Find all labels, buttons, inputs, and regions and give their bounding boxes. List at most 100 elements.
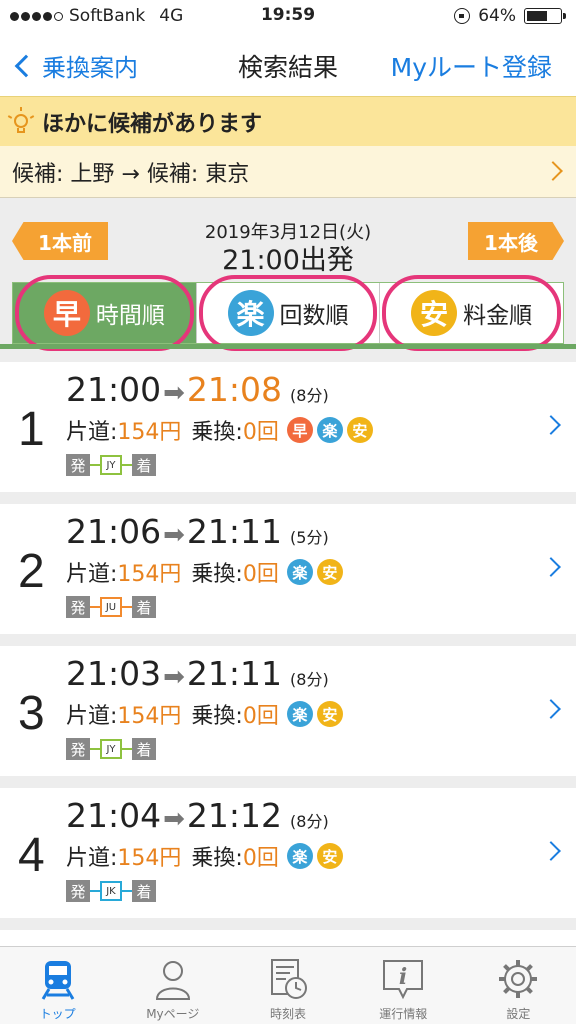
duration: (8分) [290,670,329,689]
arrival-time: 21:08 [186,370,283,409]
arrival-time: 21:12 [186,796,283,835]
cheap-badge-icon: 安 [316,559,343,585]
route-number: 2 [18,545,45,598]
tab-sort-by-time[interactable]: 早 時間順 [13,275,197,351]
transfer-count: 0回 [242,704,279,729]
chevron-right-icon [541,415,561,435]
chevron-right-icon [541,557,561,577]
fastest-badge-icon: 早 [286,417,313,443]
tab-service-info[interactable]: i 運行情報 [346,947,461,1024]
line-code: JU [100,597,122,617]
departure-time: 21:03 [66,654,162,693]
fare-label: 片道: [66,704,118,729]
person-icon [155,961,190,1000]
tab-sort-by-transfers[interactable]: 楽 回数順 [197,275,381,351]
alternative-route-text: 候補: 上野 → 候補: 東京 [12,161,250,187]
route-item[interactable]: 1 21:00 ➡ 21:08 (8分) 片道: 154円 乗換: 0回 早 楽… [0,362,576,492]
cheap-badge-icon: 安 [316,843,343,869]
tab-label: 設定 [506,1007,531,1021]
cheap-badge-icon: 安 [411,290,458,336]
line-code: JY [100,455,122,475]
chevron-right-icon [541,699,561,719]
tab-label: トップ [39,1007,76,1021]
train-icon [41,961,74,1000]
easy-badge-icon: 楽 [286,843,313,869]
departure-time: 21:04 [66,796,162,835]
line-code: JK [100,881,122,901]
alternatives-banner: ほかに候補があります [0,96,576,146]
bottom-tab-bar: トップ Myページ 時刻表 i 運行情報 設定 [0,946,576,1024]
route-item[interactable]: 3 21:03 ➡ 21:11 (8分) 片道: 154円 乗換: 0回 楽 安… [0,646,576,776]
transfer-label: 乗換: [191,846,243,871]
lightbulb-icon [7,106,35,137]
fare-label: 片道: [66,420,118,445]
destination-marker: 着 [132,596,156,618]
duration: (8分) [290,386,329,405]
sort-tabs: 早 時間順 楽 回数順 安 料金順 [12,275,564,351]
next-train-button[interactable]: 1本後 [468,222,564,260]
easy-badge-icon: 楽 [286,559,313,585]
departure-time: 21:00 [66,370,162,409]
fare: 154円 [117,846,182,871]
transfer-count: 0回 [242,562,279,587]
tab-settings[interactable]: 設定 [461,947,576,1024]
tab-label: 時間順 [95,303,165,329]
arrow-right-icon: ➡ [163,804,185,834]
battery-icon [524,8,566,24]
line-code: JY [100,739,122,759]
tab-timetable[interactable]: 時刻表 [230,947,345,1024]
alternative-route-row[interactable]: 候補: 上野 → 候補: 東京 [0,146,576,198]
arrival-time: 21:11 [186,654,283,693]
status-bar: SoftBank 4G 19:59 64% [0,0,576,34]
departure-time: 21:06 [66,512,162,551]
chevron-right-icon [541,841,561,861]
tab-label: Myページ [146,1007,200,1021]
tab-underline [0,344,576,349]
svg-text:i: i [399,964,407,990]
origin-marker: 発 [66,738,90,760]
transfer-label: 乗換: [191,704,243,729]
fastest-badge-icon: 早 [43,290,90,336]
route-number: 1 [18,403,45,456]
route-item[interactable]: 4 21:04 ➡ 21:12 (8分) 片道: 154円 乗換: 0回 楽 安… [0,788,576,918]
transfer-count: 0回 [242,420,279,445]
route-item[interactable]: 2 21:06 ➡ 21:11 (5分) 片道: 154円 乗換: 0回 楽 安… [0,504,576,634]
destination-marker: 着 [132,454,156,476]
tab-label: 料金順 [463,303,533,329]
timetable-icon [271,959,307,999]
arrow-right-icon: ➡ [163,378,185,408]
tab-label: 運行情報 [379,1007,428,1021]
tab-sort-by-fare[interactable]: 安 料金順 [380,275,563,351]
battery-percent: 64% [478,6,516,26]
route-number: 3 [18,687,45,740]
route-number: 4 [18,829,45,882]
tab-label: 時刻表 [270,1007,307,1021]
easy-badge-icon: 楽 [316,417,343,443]
arrival-time: 21:11 [186,512,283,551]
tab-my-page[interactable]: Myページ [115,947,230,1024]
arrow-right-icon: ➡ [163,520,185,550]
origin-marker: 発 [66,880,90,902]
tab-top[interactable]: トップ [0,947,115,1024]
origin-marker: 発 [66,454,90,476]
alternatives-title: ほかに候補があります [42,111,263,137]
transfer-label: 乗換: [191,420,243,445]
fare-label: 片道: [66,846,118,871]
duration: (8分) [290,812,329,831]
register-my-route-button[interactable]: Myルート登録 [391,48,552,84]
arrow-right-icon: ➡ [163,662,185,692]
rotation-lock-icon [454,8,471,24]
fare: 154円 [117,420,182,445]
chevron-right-icon [543,161,563,181]
easy-badge-icon: 楽 [286,701,313,727]
origin-marker: 発 [66,596,90,618]
gear-icon [499,960,538,998]
easy-badge-icon: 楽 [227,290,274,336]
cheap-badge-icon: 安 [346,417,373,443]
duration: (5分) [290,528,329,547]
tab-label: 回数順 [279,303,349,329]
date-bar: 1本前 2019年3月12日(火) 21:00出発 1本後 [0,198,576,282]
fare: 154円 [117,704,182,729]
fare: 154円 [117,562,182,587]
navigation-bar: 乗換案内 検索結果 Myルート登録 [0,34,576,96]
